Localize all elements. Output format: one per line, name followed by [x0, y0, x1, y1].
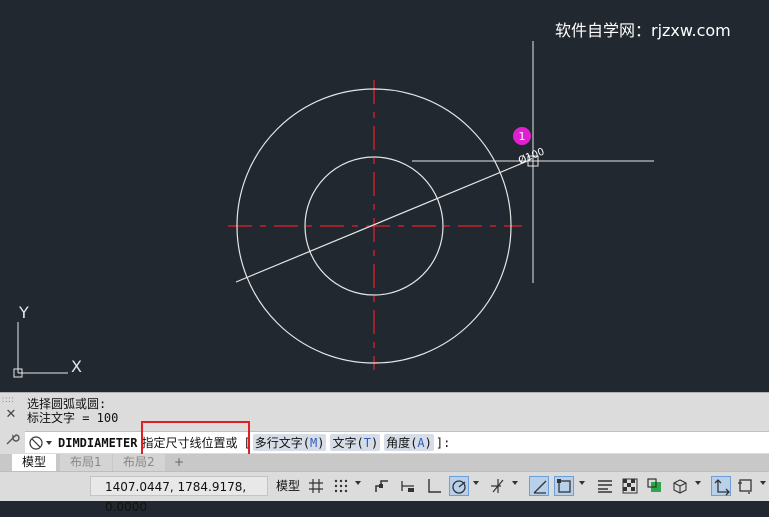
history-line: 选择圆弧或圆:: [27, 397, 107, 411]
tab-layout1[interactable]: 布局1: [60, 454, 112, 471]
layout-tabs: 模型 布局1 布局2 +: [0, 454, 769, 471]
chevron-down-icon[interactable]: [760, 481, 766, 485]
chevron-down-icon[interactable]: [355, 481, 361, 485]
snap-icon[interactable]: [331, 476, 351, 496]
recent-commands-icon[interactable]: [29, 435, 43, 450]
command-input[interactable]: DIMDIAMETER 指定尺寸线位置或 [ 多行文字(M) 文字(T) 角度(…: [25, 431, 769, 453]
object-snap-tracking-icon[interactable]: [529, 476, 549, 496]
chevron-down-icon[interactable]: [695, 481, 701, 485]
drawing-svg: Ø100 1 Y X: [13, 41, 654, 378]
chevron-down-icon[interactable]: [579, 481, 585, 485]
dimension-text: Ø100: [517, 146, 547, 167]
wrench-icon[interactable]: [4, 431, 20, 447]
tab-model[interactable]: 模型: [12, 454, 57, 471]
close-icon[interactable]: ✕: [3, 406, 19, 422]
command-name: DIMDIAMETER: [58, 435, 138, 450]
selection-filter-icon[interactable]: [736, 476, 756, 496]
transparency-icon[interactable]: [620, 476, 640, 496]
add-layout-button[interactable]: +: [168, 454, 190, 471]
option-text[interactable]: 文字(T): [330, 434, 381, 451]
3d-object-snap-icon[interactable]: [670, 476, 690, 496]
polar-tracking-icon[interactable]: [449, 476, 469, 496]
infer-constraints-icon[interactable]: [372, 476, 392, 496]
dynamic-ucs-icon[interactable]: [711, 476, 731, 496]
object-snap-icon[interactable]: [554, 476, 574, 496]
ortho-icon[interactable]: [424, 476, 444, 496]
tab-layout2[interactable]: 布局2: [113, 454, 165, 471]
status-bar: 1407.0447, 1784.9178, 0.0000 模型: [0, 471, 769, 514]
diameter-dimension-line: [235, 159, 531, 283]
option-angle[interactable]: 角度(A): [384, 434, 434, 451]
ucs-y-label: Y: [18, 303, 29, 322]
grip-number: 1: [519, 130, 526, 143]
chevron-down-icon[interactable]: [512, 481, 518, 485]
panel-grip-handle[interactable]: ::::: [2, 396, 20, 404]
bracket-close: ]:: [435, 435, 451, 450]
isodraft-icon[interactable]: [488, 476, 508, 496]
option-mtext[interactable]: 多行文字(M): [252, 434, 327, 451]
command-prompt: 指定尺寸线位置或: [141, 436, 238, 450]
selection-cycling-icon[interactable]: [645, 476, 665, 496]
model-space-button[interactable]: 模型: [272, 476, 304, 496]
grid-icon[interactable]: [306, 476, 326, 496]
chevron-down-icon[interactable]: [473, 481, 479, 485]
command-history: 选择圆弧或圆: 标注文字 = 100: [27, 397, 118, 425]
chevron-down-icon[interactable]: [46, 440, 52, 445]
coordinates-readout[interactable]: 1407.0447, 1784.9178, 0.0000: [90, 476, 268, 514]
dynamic-input-icon[interactable]: [398, 476, 418, 496]
history-line: 标注文字 = 100: [27, 411, 119, 425]
lineweight-icon[interactable]: [595, 476, 615, 496]
drawing-canvas[interactable]: 软件自学网：rjzxw.com Ø100 1 Y X: [0, 0, 769, 392]
bracket-open: [: [243, 435, 251, 450]
ucs-x-label: X: [71, 357, 82, 376]
